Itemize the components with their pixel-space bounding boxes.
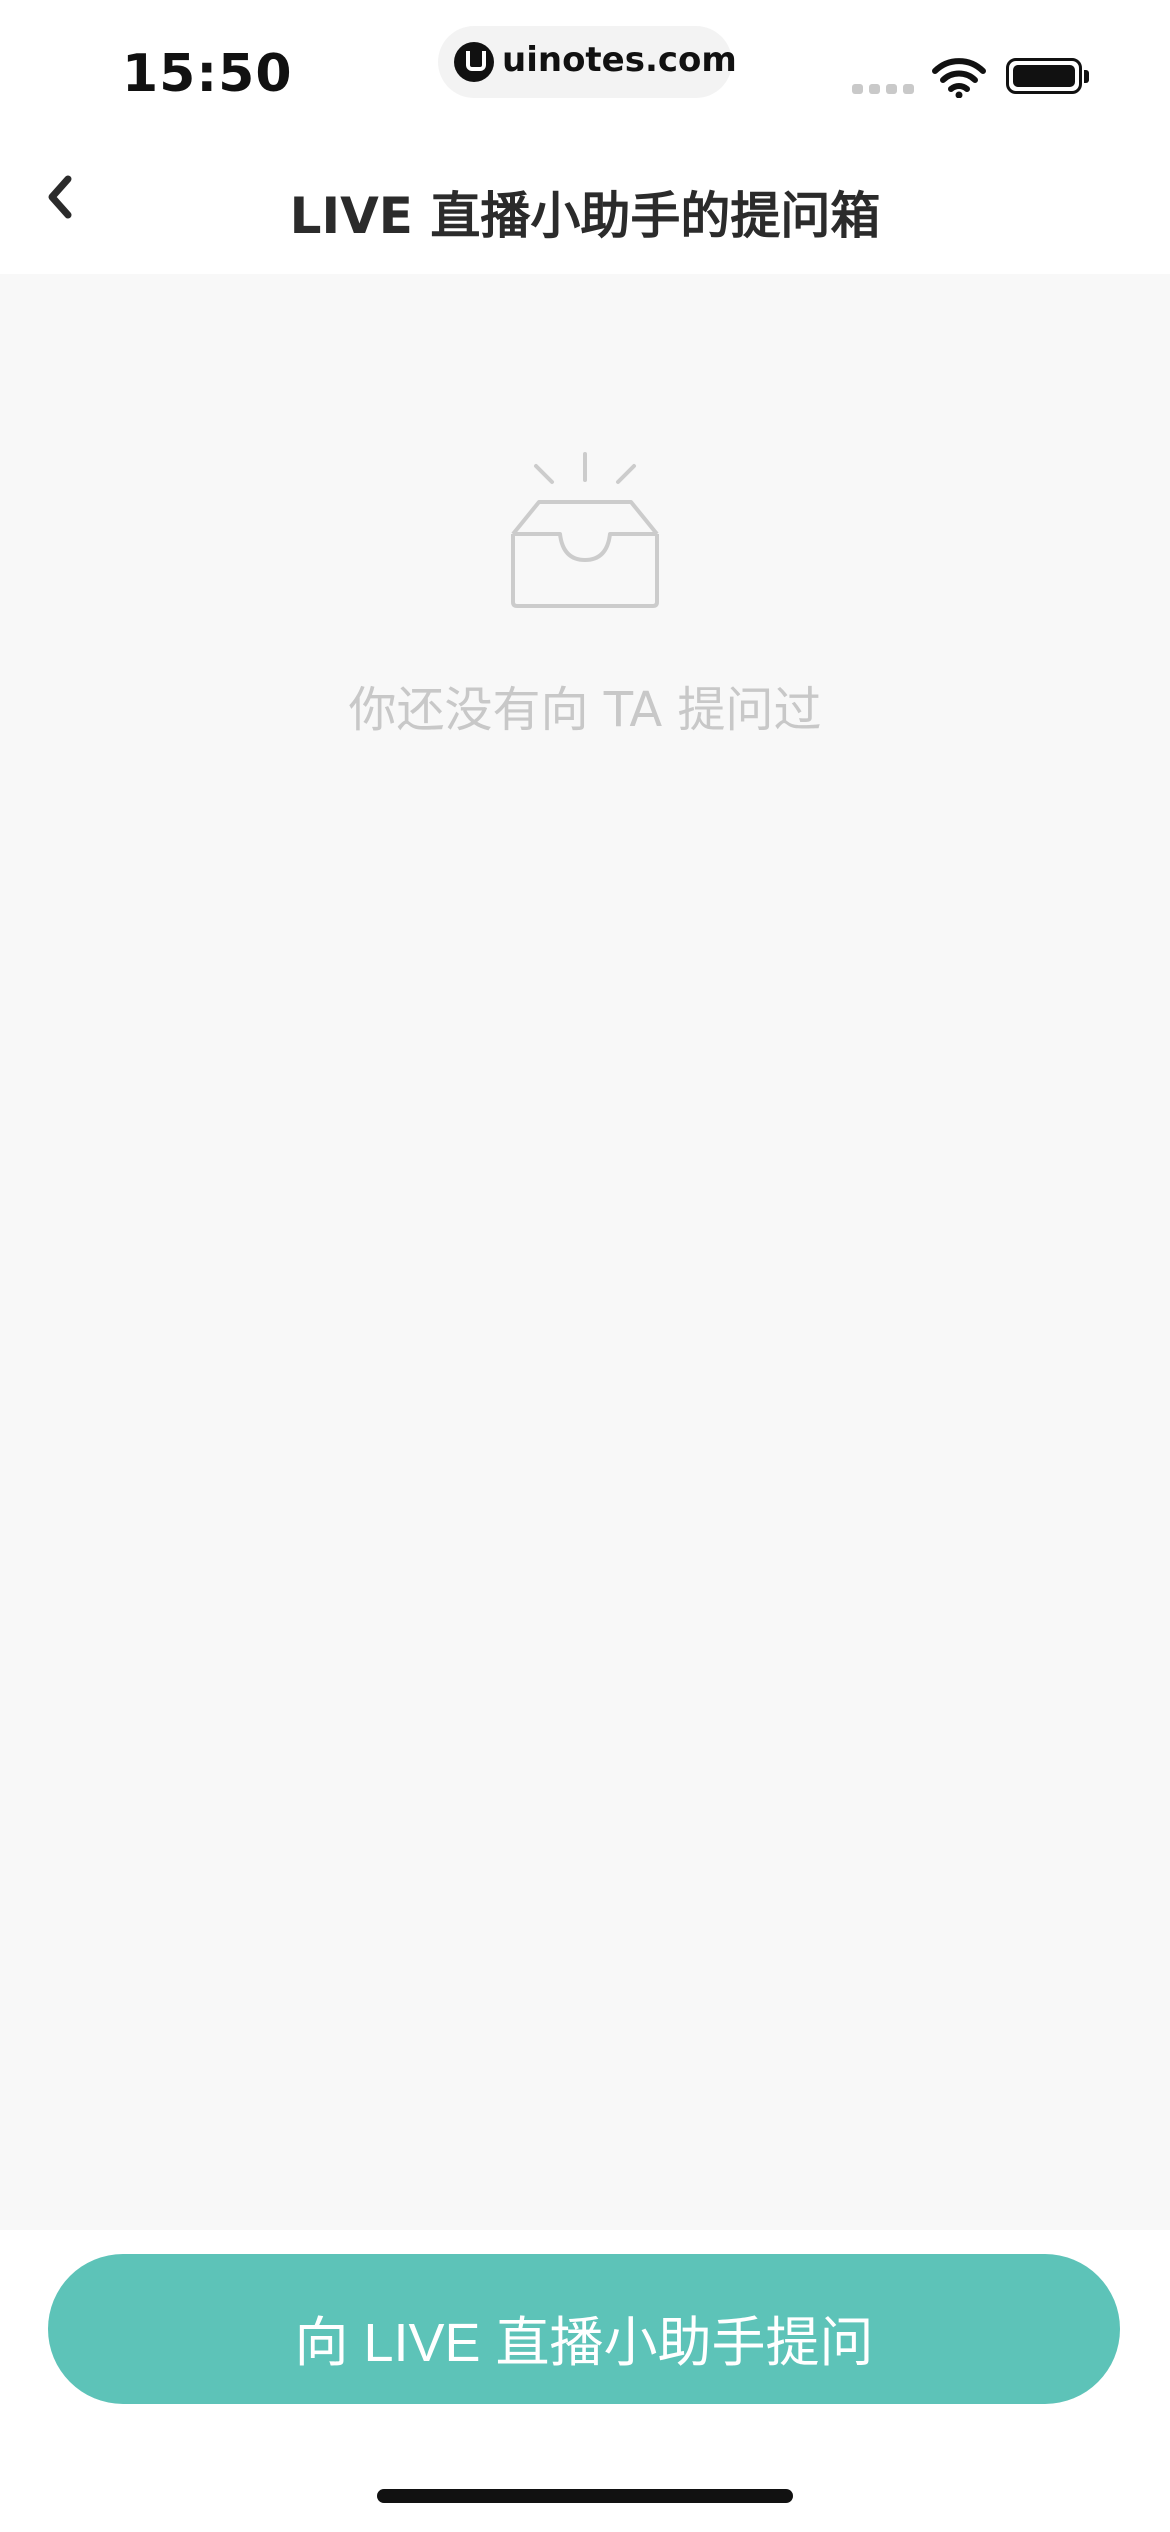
home-indicator[interactable]	[377, 2489, 793, 2503]
empty-state-message: 你还没有向 TA 提问过	[348, 682, 822, 738]
battery-icon	[1006, 58, 1082, 94]
ask-question-button-label: 向 LIVE 直播小助手提问	[294, 2313, 874, 2373]
page-title: LIVE 直播小助手的提问箱	[289, 187, 881, 245]
site-logo-icon	[454, 42, 494, 82]
battery-cap	[1084, 70, 1089, 83]
inbox-icon	[511, 452, 659, 608]
bottom-action-bar: 向 LIVE 直播小助手提问	[0, 2230, 1170, 2532]
status-time: 15:50	[122, 44, 293, 104]
question-box-content: 你还没有向 TA 提问过	[0, 274, 1170, 2230]
nav-bar: LIVE 直播小助手的提问箱	[0, 140, 1170, 274]
battery-level	[1013, 65, 1075, 87]
wifi-icon	[932, 58, 986, 98]
url-pill[interactable]: uinotes.com	[438, 26, 737, 98]
signal-icon	[852, 84, 914, 94]
url-text: uinotes.com	[502, 40, 737, 80]
ask-question-button[interactable]: 向 LIVE 直播小助手提问	[48, 2254, 1120, 2404]
screen: 15:50 uinotes.com LIVE 直播小助手的提问箱 你还没有向 T…	[0, 0, 1170, 2532]
status-bar: 15:50 uinotes.com	[0, 0, 1170, 140]
